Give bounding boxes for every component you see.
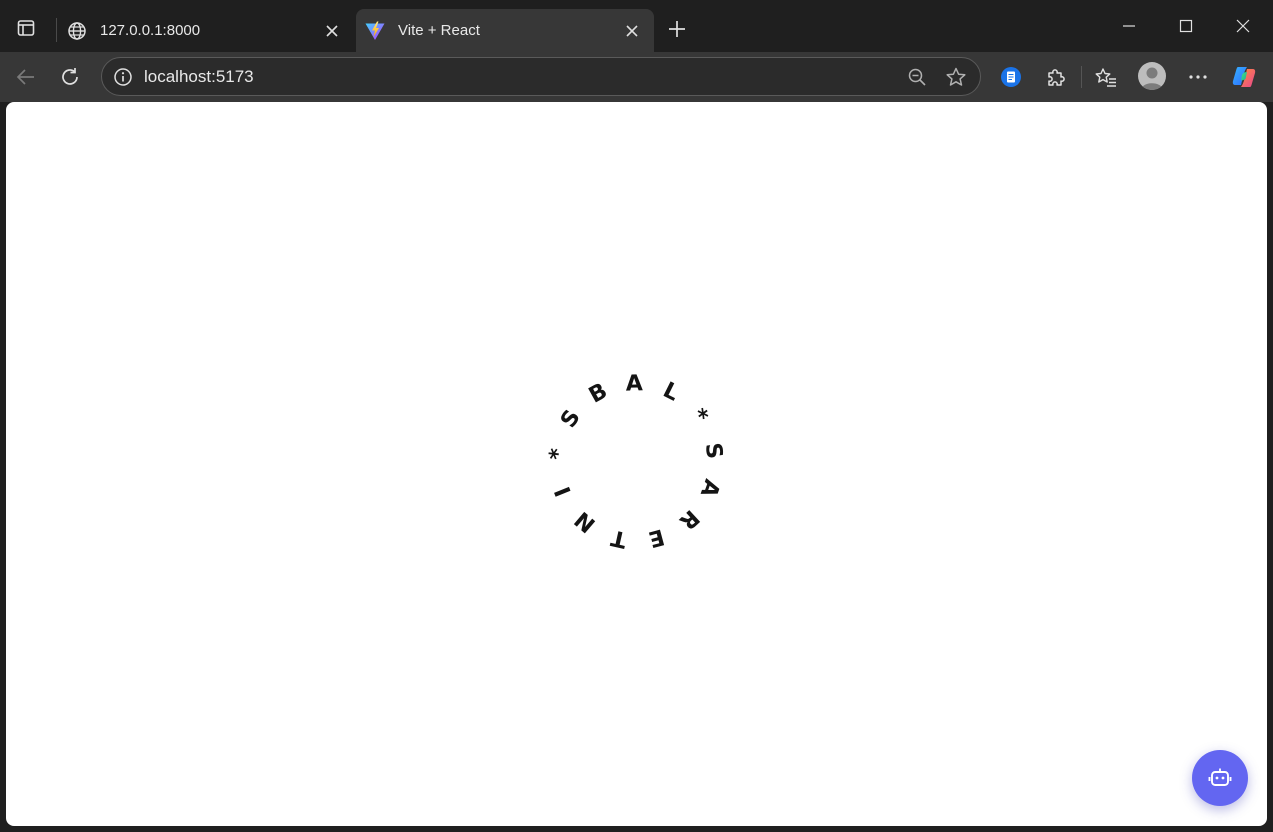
favorite-star-icon[interactable]	[942, 64, 970, 90]
address-bar[interactable]: localhost:5173	[101, 57, 981, 96]
page-viewport: I N T E R A S * L A B S *	[6, 102, 1267, 826]
vite-logo-icon	[364, 20, 386, 42]
minimize-button[interactable]	[1106, 8, 1152, 44]
extensions-button[interactable]	[1039, 61, 1073, 93]
tab-divider	[56, 18, 57, 42]
copilot-button[interactable]	[1227, 61, 1261, 93]
tab-strip: 127.0.0.1:8000 Vite + React	[0, 0, 1273, 52]
close-icon	[1236, 19, 1250, 33]
person-icon	[1141, 67, 1163, 90]
circular-text-badge: INT ERAS*LABS*	[545, 371, 727, 552]
badge-letter: *	[686, 404, 713, 428]
plus-icon	[669, 21, 685, 37]
badge-letter: A	[626, 371, 644, 396]
zoom-icon[interactable]	[904, 65, 930, 89]
close-icon	[326, 24, 338, 37]
profile-avatar[interactable]	[1138, 62, 1166, 90]
close-icon	[626, 24, 638, 37]
minimize-icon	[1123, 25, 1135, 27]
copilot-icon	[1232, 67, 1256, 87]
badge-letter: *	[545, 447, 571, 461]
badge-letter: N	[570, 506, 600, 537]
browser-toolbar: localhost:5173	[0, 52, 1273, 102]
globe-icon	[66, 20, 88, 42]
url-text[interactable]: localhost:5173	[144, 67, 254, 87]
ellipsis-icon	[1189, 75, 1207, 79]
site-info-icon[interactable]	[112, 66, 134, 88]
toolbar-separator	[1081, 66, 1082, 88]
tab-close-button[interactable]	[320, 19, 344, 43]
favorites-list-icon	[1095, 68, 1116, 87]
maximize-button[interactable]	[1163, 8, 1209, 44]
tab-actions-icon	[17, 20, 35, 36]
badge-letter: I	[551, 483, 577, 500]
more-options-button[interactable]	[1181, 61, 1215, 93]
tab-title: 127.0.0.1:8000	[100, 22, 201, 39]
tab-title: Vite + React	[398, 22, 480, 39]
tab-127-0-0-1[interactable]: 127.0.0.1:8000	[58, 9, 354, 52]
robot-icon	[1208, 768, 1232, 786]
tab-close-button[interactable]	[620, 19, 644, 43]
maximize-icon	[1179, 19, 1193, 33]
tab-actions-button[interactable]	[8, 12, 44, 44]
badge-letter: T	[609, 524, 629, 552]
badge-letter: S	[700, 441, 727, 460]
badge-letter: A	[695, 476, 724, 500]
tab-vite-react[interactable]: Vite + React	[356, 9, 654, 52]
arrow-left-icon	[16, 69, 34, 85]
badge-letter: R	[674, 504, 703, 534]
document-extension-icon	[1001, 67, 1021, 87]
puzzle-icon	[1048, 69, 1065, 86]
extension-doc-button[interactable]	[994, 61, 1028, 93]
badge-letter: B	[585, 379, 612, 409]
favorites-button[interactable]	[1089, 61, 1123, 93]
refresh-button[interactable]	[53, 61, 87, 93]
back-button[interactable]	[9, 61, 43, 93]
window-close-button[interactable]	[1220, 8, 1266, 44]
badge-letter: S	[556, 406, 586, 433]
badge-letter: E	[646, 523, 667, 551]
refresh-icon	[62, 68, 78, 85]
chatbot-button[interactable]	[1192, 750, 1248, 806]
badge-letter: L	[659, 378, 683, 407]
new-tab-button[interactable]	[662, 14, 692, 44]
